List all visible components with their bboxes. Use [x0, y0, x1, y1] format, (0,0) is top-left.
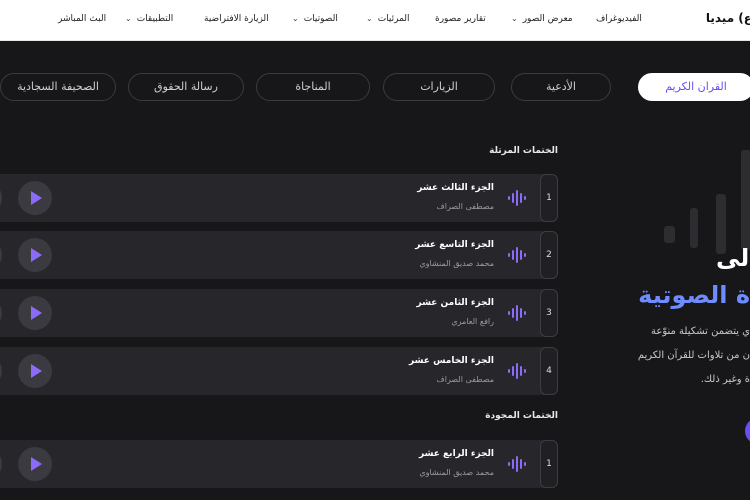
track-action-button[interactable]	[0, 296, 2, 330]
track-row[interactable]: 2 الجزء التاسع عشر محمد صديق المنشاوي	[0, 231, 558, 279]
section-title-murattal: الختمات المرتلة	[489, 146, 558, 156]
tab-ziyarat[interactable]: الزيارات	[383, 73, 495, 101]
play-icon	[31, 248, 42, 262]
play-button[interactable]	[18, 296, 52, 330]
nav-virtual-visit[interactable]: الزيارة الافتراضية	[204, 14, 269, 24]
play-button[interactable]	[18, 181, 52, 215]
track-number: 1	[540, 440, 558, 488]
track-row[interactable]: 3 الجزء الثامن عشر رافع العامري	[0, 289, 558, 337]
nav-apps[interactable]: التطبيقات⌄	[125, 14, 173, 24]
hero-description-line2: ن من تلاوات للقرآن الكريم	[637, 350, 750, 361]
nav-photo-gallery[interactable]: معرض الصور⌄	[511, 14, 573, 24]
track-reciter: مصطفى الصراف	[436, 375, 494, 384]
track-number: 4	[540, 347, 558, 395]
nav-live-broadcast[interactable]: البث المباشر	[58, 14, 106, 24]
audio-wave-icon	[508, 456, 526, 472]
track-number: 1	[540, 174, 558, 222]
play-icon	[31, 306, 42, 320]
track-title: الجزء الرابع عشر	[419, 449, 494, 459]
nav-visuals[interactable]: المرئيات⌄	[366, 14, 410, 24]
hero-description-line3: ة وغير ذلك.	[700, 374, 750, 385]
track-reciter: محمد صديق المنشاوي	[419, 259, 494, 268]
tab-risalat-alhuquq[interactable]: رسالة الحقوق	[128, 73, 244, 101]
tab-munajat[interactable]: المناجاة	[256, 73, 370, 101]
hero-heading-line2: ة الصوتية	[638, 281, 750, 309]
track-action-button[interactable]	[0, 181, 2, 215]
nav-audios[interactable]: الصوتيات⌄	[292, 14, 338, 24]
track-row[interactable]: 1 الجزء الرابع عشر محمد صديق المنشاوي	[0, 440, 558, 488]
chevron-down-icon: ⌄	[511, 14, 518, 23]
hero-description-line1: ي يتضمن تشكيلة منوّعة	[650, 326, 750, 337]
chevron-down-icon: ⌄	[366, 14, 373, 23]
nav-photo-reports[interactable]: تقارير مصورة	[435, 14, 486, 24]
track-reciter: رافع العامري	[451, 317, 494, 326]
play-icon	[31, 457, 42, 471]
track-reciter: مصطفى الصراف	[436, 202, 494, 211]
section-title-mujawwad: الختمات المجودة	[485, 411, 558, 421]
hero-action-button[interactable]	[745, 418, 750, 444]
track-action-button[interactable]	[0, 238, 2, 272]
play-icon	[31, 364, 42, 378]
track-action-button[interactable]	[0, 447, 2, 481]
brand-logo-text[interactable]: ع) ميديا	[706, 11, 750, 25]
nav-videograph[interactable]: الفيديوغراف	[596, 14, 642, 24]
audio-wave-icon	[508, 247, 526, 263]
track-title: الجزء الخامس عشر	[409, 356, 494, 366]
tab-quran[interactable]: القران الكريم	[638, 73, 750, 101]
chevron-down-icon: ⌄	[125, 14, 132, 23]
play-button[interactable]	[18, 447, 52, 481]
hero-heading-line1: لى	[716, 244, 750, 272]
chevron-down-icon: ⌄	[292, 14, 299, 23]
play-icon	[31, 191, 42, 205]
tab-sahifa-sajjadiya[interactable]: الصحيفة السجادية	[0, 73, 116, 101]
tab-supplications[interactable]: الأدعية	[511, 73, 611, 101]
play-button[interactable]	[18, 238, 52, 272]
top-navbar: ع) ميديا الفيديوغراف معرض الصور⌄ تقارير …	[0, 0, 750, 41]
track-reciter: محمد صديق المنشاوي	[419, 468, 494, 477]
audio-wave-icon	[508, 363, 526, 379]
track-title: الجزء التاسع عشر	[415, 240, 494, 250]
play-button[interactable]	[18, 354, 52, 388]
audio-wave-icon	[508, 190, 526, 206]
track-row[interactable]: 1 الجزء الثالث عشر مصطفى الصراف	[0, 174, 558, 222]
track-row[interactable]: 4 الجزء الخامس عشر مصطفى الصراف	[0, 347, 558, 395]
track-title: الجزء الثالث عشر	[417, 183, 494, 193]
track-action-button[interactable]	[0, 354, 2, 388]
track-number: 3	[540, 289, 558, 337]
track-number: 2	[540, 231, 558, 279]
track-title: الجزء الثامن عشر	[416, 298, 494, 308]
audio-wave-icon	[508, 305, 526, 321]
